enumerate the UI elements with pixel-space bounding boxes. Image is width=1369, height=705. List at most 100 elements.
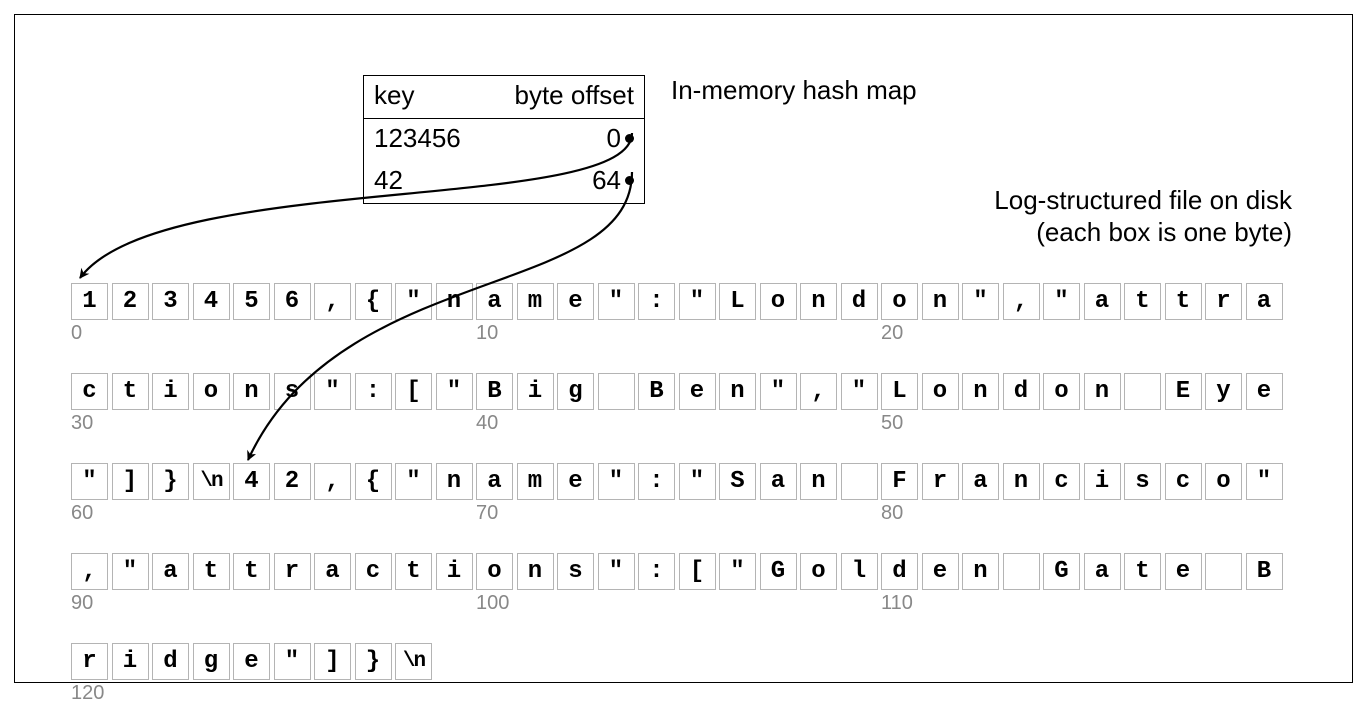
byte-cell: : — [638, 463, 675, 500]
byte-cell: 1 — [71, 283, 108, 320]
byte-offset-tick: 40 — [476, 412, 498, 435]
byte-cell: r — [922, 463, 959, 500]
byte-cell: " — [598, 553, 635, 590]
label-log-file-l2: (each box is one byte) — [1036, 217, 1292, 248]
pointer-dot-icon — [625, 134, 634, 143]
byte-cell: [ — [395, 373, 432, 410]
byte-cell: B — [476, 373, 513, 410]
hash-map-header-row: key byte offset — [364, 76, 644, 119]
byte-cell: o — [476, 553, 513, 590]
byte-cell: i — [152, 373, 189, 410]
byte-cell: a — [476, 283, 513, 320]
byte-cell: 5 — [233, 283, 270, 320]
byte-cell: o — [760, 283, 797, 320]
byte-cell: a — [1084, 553, 1121, 590]
byte-cell: n — [962, 553, 999, 590]
byte-cell: s — [274, 373, 311, 410]
byte-cell: L — [881, 373, 918, 410]
byte-row: 1023456,{"na10me":"Londo20n","attra — [71, 283, 1311, 320]
byte-cell: e — [557, 463, 594, 500]
byte-cell: c — [1043, 463, 1080, 500]
byte-cell: E — [1165, 373, 1202, 410]
byte-cell: B — [638, 373, 675, 410]
byte-row: ,90"attractio100ns":["Gold110en Gate B — [71, 553, 1311, 590]
byte-cell: r — [274, 553, 311, 590]
byte-cell: c — [71, 373, 108, 410]
byte-offset-tick: 90 — [71, 592, 93, 615]
byte-cell: t — [233, 553, 270, 590]
byte-cell: " — [598, 463, 635, 500]
byte-cell: , — [1003, 283, 1040, 320]
diagram-frame: key byte offset 123456 0 42 64 In-memory… — [14, 14, 1353, 683]
byte-cell: n — [962, 373, 999, 410]
byte-cell: 6 — [274, 283, 311, 320]
byte-cell: ] — [112, 463, 149, 500]
byte-cell: \n — [395, 643, 432, 680]
byte-cell: " — [71, 463, 108, 500]
byte-cell: " — [395, 283, 432, 320]
byte-cell: o — [1205, 463, 1242, 500]
byte-cell: r — [1205, 283, 1242, 320]
byte-cell: t — [1124, 283, 1161, 320]
byte-cell: l — [841, 553, 878, 590]
byte-cell: " — [679, 463, 716, 500]
byte-cell: g — [193, 643, 230, 680]
byte-cell — [841, 463, 878, 500]
byte-cell — [1124, 373, 1161, 410]
byte-cell: i — [1084, 463, 1121, 500]
byte-cell: } — [152, 463, 189, 500]
byte-cell: e — [679, 373, 716, 410]
byte-cell — [1003, 553, 1040, 590]
byte-cell: 2 — [112, 283, 149, 320]
byte-cell: e — [1246, 373, 1283, 410]
byte-cell: a — [760, 463, 797, 500]
byte-offset-tick: 50 — [881, 412, 903, 435]
byte-offset-tick: 80 — [881, 502, 903, 525]
byte-cell: " — [112, 553, 149, 590]
hash-map-header-key: key — [374, 82, 414, 108]
byte-cell — [598, 373, 635, 410]
byte-cell: c — [1165, 463, 1202, 500]
byte-cell: i — [517, 373, 554, 410]
byte-cell: n — [436, 463, 473, 500]
byte-cell: n — [800, 283, 837, 320]
byte-cell: " — [679, 283, 716, 320]
hash-map-row-1-key: 42 — [374, 167, 403, 193]
hash-map-row-0-offset-cell: 0 — [607, 125, 634, 151]
byte-cell: 4 — [233, 463, 270, 500]
byte-cell: t — [1165, 283, 1202, 320]
pointer-dot-icon — [625, 176, 634, 185]
byte-cell: " — [395, 463, 432, 500]
hash-map-row-1: 42 64 — [364, 161, 644, 203]
byte-cell: n — [719, 373, 756, 410]
byte-cell: \n — [193, 463, 230, 500]
byte-cell: d — [841, 283, 878, 320]
byte-cell: d — [152, 643, 189, 680]
hash-map-table: key byte offset 123456 0 42 64 — [363, 75, 645, 204]
byte-offset-tick: 20 — [881, 322, 903, 345]
byte-cell: F — [881, 463, 918, 500]
byte-offset-tick: 0 — [71, 322, 82, 345]
byte-cell: " — [760, 373, 797, 410]
byte-cell: 4 — [193, 283, 230, 320]
byte-cell: m — [517, 463, 554, 500]
byte-cell: e — [1165, 553, 1202, 590]
byte-cell — [1205, 553, 1242, 590]
label-log-file-l1: Log-structured file on disk — [994, 185, 1292, 216]
byte-cell: G — [760, 553, 797, 590]
byte-cell: : — [638, 283, 675, 320]
byte-row: c30tions":["B40ig Ben","L50ondon Eye — [71, 373, 1311, 410]
byte-row: r120idge"]}\n — [71, 643, 1311, 680]
byte-cell: o — [193, 373, 230, 410]
byte-cell: ] — [314, 643, 351, 680]
byte-cell: L — [719, 283, 756, 320]
byte-cell: n — [922, 283, 959, 320]
byte-cell: s — [557, 553, 594, 590]
hash-map-row-1-offset-cell: 64 — [592, 167, 634, 193]
byte-cell: i — [436, 553, 473, 590]
byte-cell: [ — [679, 553, 716, 590]
byte-cell: " — [436, 373, 473, 410]
byte-cell: g — [557, 373, 594, 410]
byte-cell: 2 — [274, 463, 311, 500]
hash-map-row-0: 123456 0 — [364, 119, 644, 161]
